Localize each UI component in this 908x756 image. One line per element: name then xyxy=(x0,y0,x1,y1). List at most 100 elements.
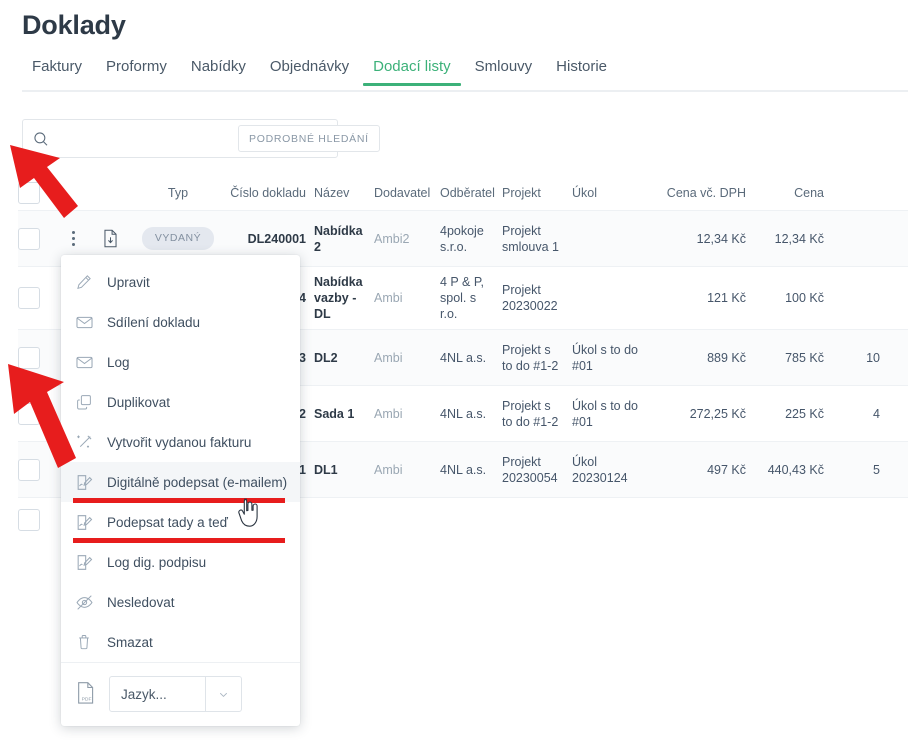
menu-item-label: Duplikovat xyxy=(103,395,170,410)
row-checkbox[interactable] xyxy=(18,403,40,425)
header-cena-vc-dph[interactable]: Cena vč. DPH xyxy=(642,178,750,210)
sign-document-icon xyxy=(75,552,103,572)
row-ukol xyxy=(568,211,642,266)
header-download-cell xyxy=(90,178,130,210)
row-cena-vc-dph: 497 Kč xyxy=(642,442,750,497)
pointer-hand-cursor xyxy=(236,497,262,531)
tab-objednavky[interactable]: Objednávky xyxy=(258,58,361,86)
search-input[interactable] xyxy=(50,120,238,157)
row-select-cell xyxy=(18,498,56,542)
pencil-icon xyxy=(75,272,103,292)
tab-smlouvy[interactable]: Smlouvy xyxy=(463,58,545,86)
menu-item-vytvorit-vydanou-fakturu[interactable]: Vytvořit vydanou fakturu xyxy=(61,422,300,462)
menu-item-label: Sdílení dokladu xyxy=(103,315,200,330)
row-extra xyxy=(828,267,884,329)
header-projekt[interactable]: Projekt xyxy=(498,178,568,210)
row-checkbox[interactable] xyxy=(18,287,40,309)
row-dodavatel: Ambi xyxy=(370,267,436,329)
search-bar: PODROBNÉ HLEDÁNÍ xyxy=(22,119,338,158)
tab-dodaci-listy[interactable]: Dodací listy xyxy=(361,58,463,86)
header-cislo-dokladu[interactable]: Číslo dokladu xyxy=(226,178,310,210)
menu-footer: PDF Jazyk... xyxy=(61,662,300,726)
menu-item-label: Upravit xyxy=(103,275,150,290)
tab-faktury[interactable]: Faktury xyxy=(22,58,94,86)
row-ukol: Úkol s to do #01 xyxy=(568,386,642,441)
download-document-icon[interactable] xyxy=(102,229,119,248)
row-cena: 100 Kč xyxy=(750,267,828,329)
header-odberatel[interactable]: Odběratel xyxy=(436,178,498,210)
row-dodavatel: Ambi xyxy=(370,442,436,497)
row-extra xyxy=(828,211,884,266)
row-odberatel: 4NL a.s. xyxy=(436,442,498,497)
copy-icon xyxy=(75,392,103,412)
menu-item-nesledovat[interactable]: Nesledovat xyxy=(61,582,300,622)
row-select-cell xyxy=(18,442,56,497)
row-nazev: Nabídka vazby - DL xyxy=(310,267,370,329)
menu-item-label: Vytvořit vydanou fakturu xyxy=(103,435,251,450)
row-ukol: Úkol 20230124 xyxy=(568,442,642,497)
header-extra xyxy=(828,178,884,210)
menu-item-label: Smazat xyxy=(103,635,153,650)
advanced-search-button[interactable]: PODROBNÉ HLEDÁNÍ xyxy=(238,125,380,152)
tab-bar: Faktury Proformy Nabídky Objednávky Doda… xyxy=(22,58,908,90)
menu-item-duplikovat[interactable]: Duplikovat xyxy=(61,382,300,422)
row-extra: 4 xyxy=(828,386,884,441)
header-menu-cell xyxy=(56,178,90,210)
menu-item-log[interactable]: Log xyxy=(61,342,300,382)
sign-document-icon xyxy=(75,472,103,492)
pdf-file-icon: PDF xyxy=(75,681,99,707)
row-projekt: Projekt 20230022 xyxy=(498,267,568,329)
table-header-row: Typ Číslo dokladu Název Dodavatel Odběra… xyxy=(18,178,908,211)
row-checkbox[interactable] xyxy=(18,228,40,250)
tab-historie[interactable]: Historie xyxy=(544,58,619,86)
envelope-icon xyxy=(75,352,103,372)
row-dodavatel: Ambi xyxy=(370,330,436,385)
row-cena: 12,34 Kč xyxy=(750,211,828,266)
language-select-value: Jazyk... xyxy=(110,687,205,702)
header-ukol[interactable]: Úkol xyxy=(568,178,642,210)
header-dodavatel[interactable]: Dodavatel xyxy=(370,178,436,210)
row-checkbox[interactable] xyxy=(18,459,40,481)
menu-item-label: Nesledovat xyxy=(103,595,175,610)
tab-proformy[interactable]: Proformy xyxy=(94,58,179,86)
header-cena[interactable]: Cena xyxy=(750,178,828,210)
row-extra: 5 xyxy=(828,442,884,497)
chevron-down-icon[interactable] xyxy=(205,677,241,711)
row-ukol: Úkol s to do #01 xyxy=(568,330,642,385)
annotation-underline-sign-now xyxy=(73,538,285,543)
menu-item-log-dig-podpisu[interactable]: Log dig. podpisu xyxy=(61,542,300,582)
row-checkbox[interactable] xyxy=(18,509,40,531)
row-projekt: Projekt s to do #1-2 xyxy=(498,386,568,441)
row-cena: 225 Kč xyxy=(750,386,828,441)
documents-page: Doklady Faktury Proformy Nabídky Objedná… xyxy=(0,0,908,756)
row-context-menu: Upravit Sdílení dokladu Log xyxy=(61,255,300,726)
row-actions-menu-icon[interactable] xyxy=(66,227,81,250)
row-cena: 440,43 Kč xyxy=(750,442,828,497)
svg-text:PDF: PDF xyxy=(82,696,92,702)
row-dodavatel: Ambi2 xyxy=(370,211,436,266)
header-select-all-cell xyxy=(18,178,56,210)
header-typ[interactable]: Typ xyxy=(130,178,226,210)
row-cena-vc-dph: 121 Kč xyxy=(642,267,750,329)
language-select[interactable]: Jazyk... xyxy=(109,676,242,712)
row-select-cell xyxy=(18,267,56,329)
menu-item-upravit[interactable]: Upravit xyxy=(61,262,300,302)
menu-item-podepsat-tady-a-ted[interactable]: Podepsat tady a teď xyxy=(61,502,300,542)
tab-nabidky[interactable]: Nabídky xyxy=(179,58,258,86)
menu-item-sdileni-dokladu[interactable]: Sdílení dokladu xyxy=(61,302,300,342)
select-all-checkbox[interactable] xyxy=(18,182,40,204)
row-projekt: Projekt 20230054 xyxy=(498,442,568,497)
status-badge: VYDANÝ xyxy=(142,227,214,250)
menu-item-smazat[interactable]: Smazat xyxy=(61,622,300,662)
row-extra: 10 xyxy=(828,330,884,385)
row-checkbox[interactable] xyxy=(18,347,40,369)
tab-bar-divider xyxy=(22,90,908,92)
row-odberatel: 4NL a.s. xyxy=(436,330,498,385)
row-nazev: Nabídka 2 xyxy=(310,211,370,266)
row-select-cell xyxy=(18,330,56,385)
header-nazev[interactable]: Název xyxy=(310,178,370,210)
trash-icon xyxy=(75,632,103,652)
menu-item-label: Log dig. podpisu xyxy=(103,555,206,570)
menu-item-digitalne-podepsat-emailem[interactable]: Digitálně podepsat (e-mailem) xyxy=(61,462,300,502)
row-nazev: DL1 xyxy=(310,442,370,497)
